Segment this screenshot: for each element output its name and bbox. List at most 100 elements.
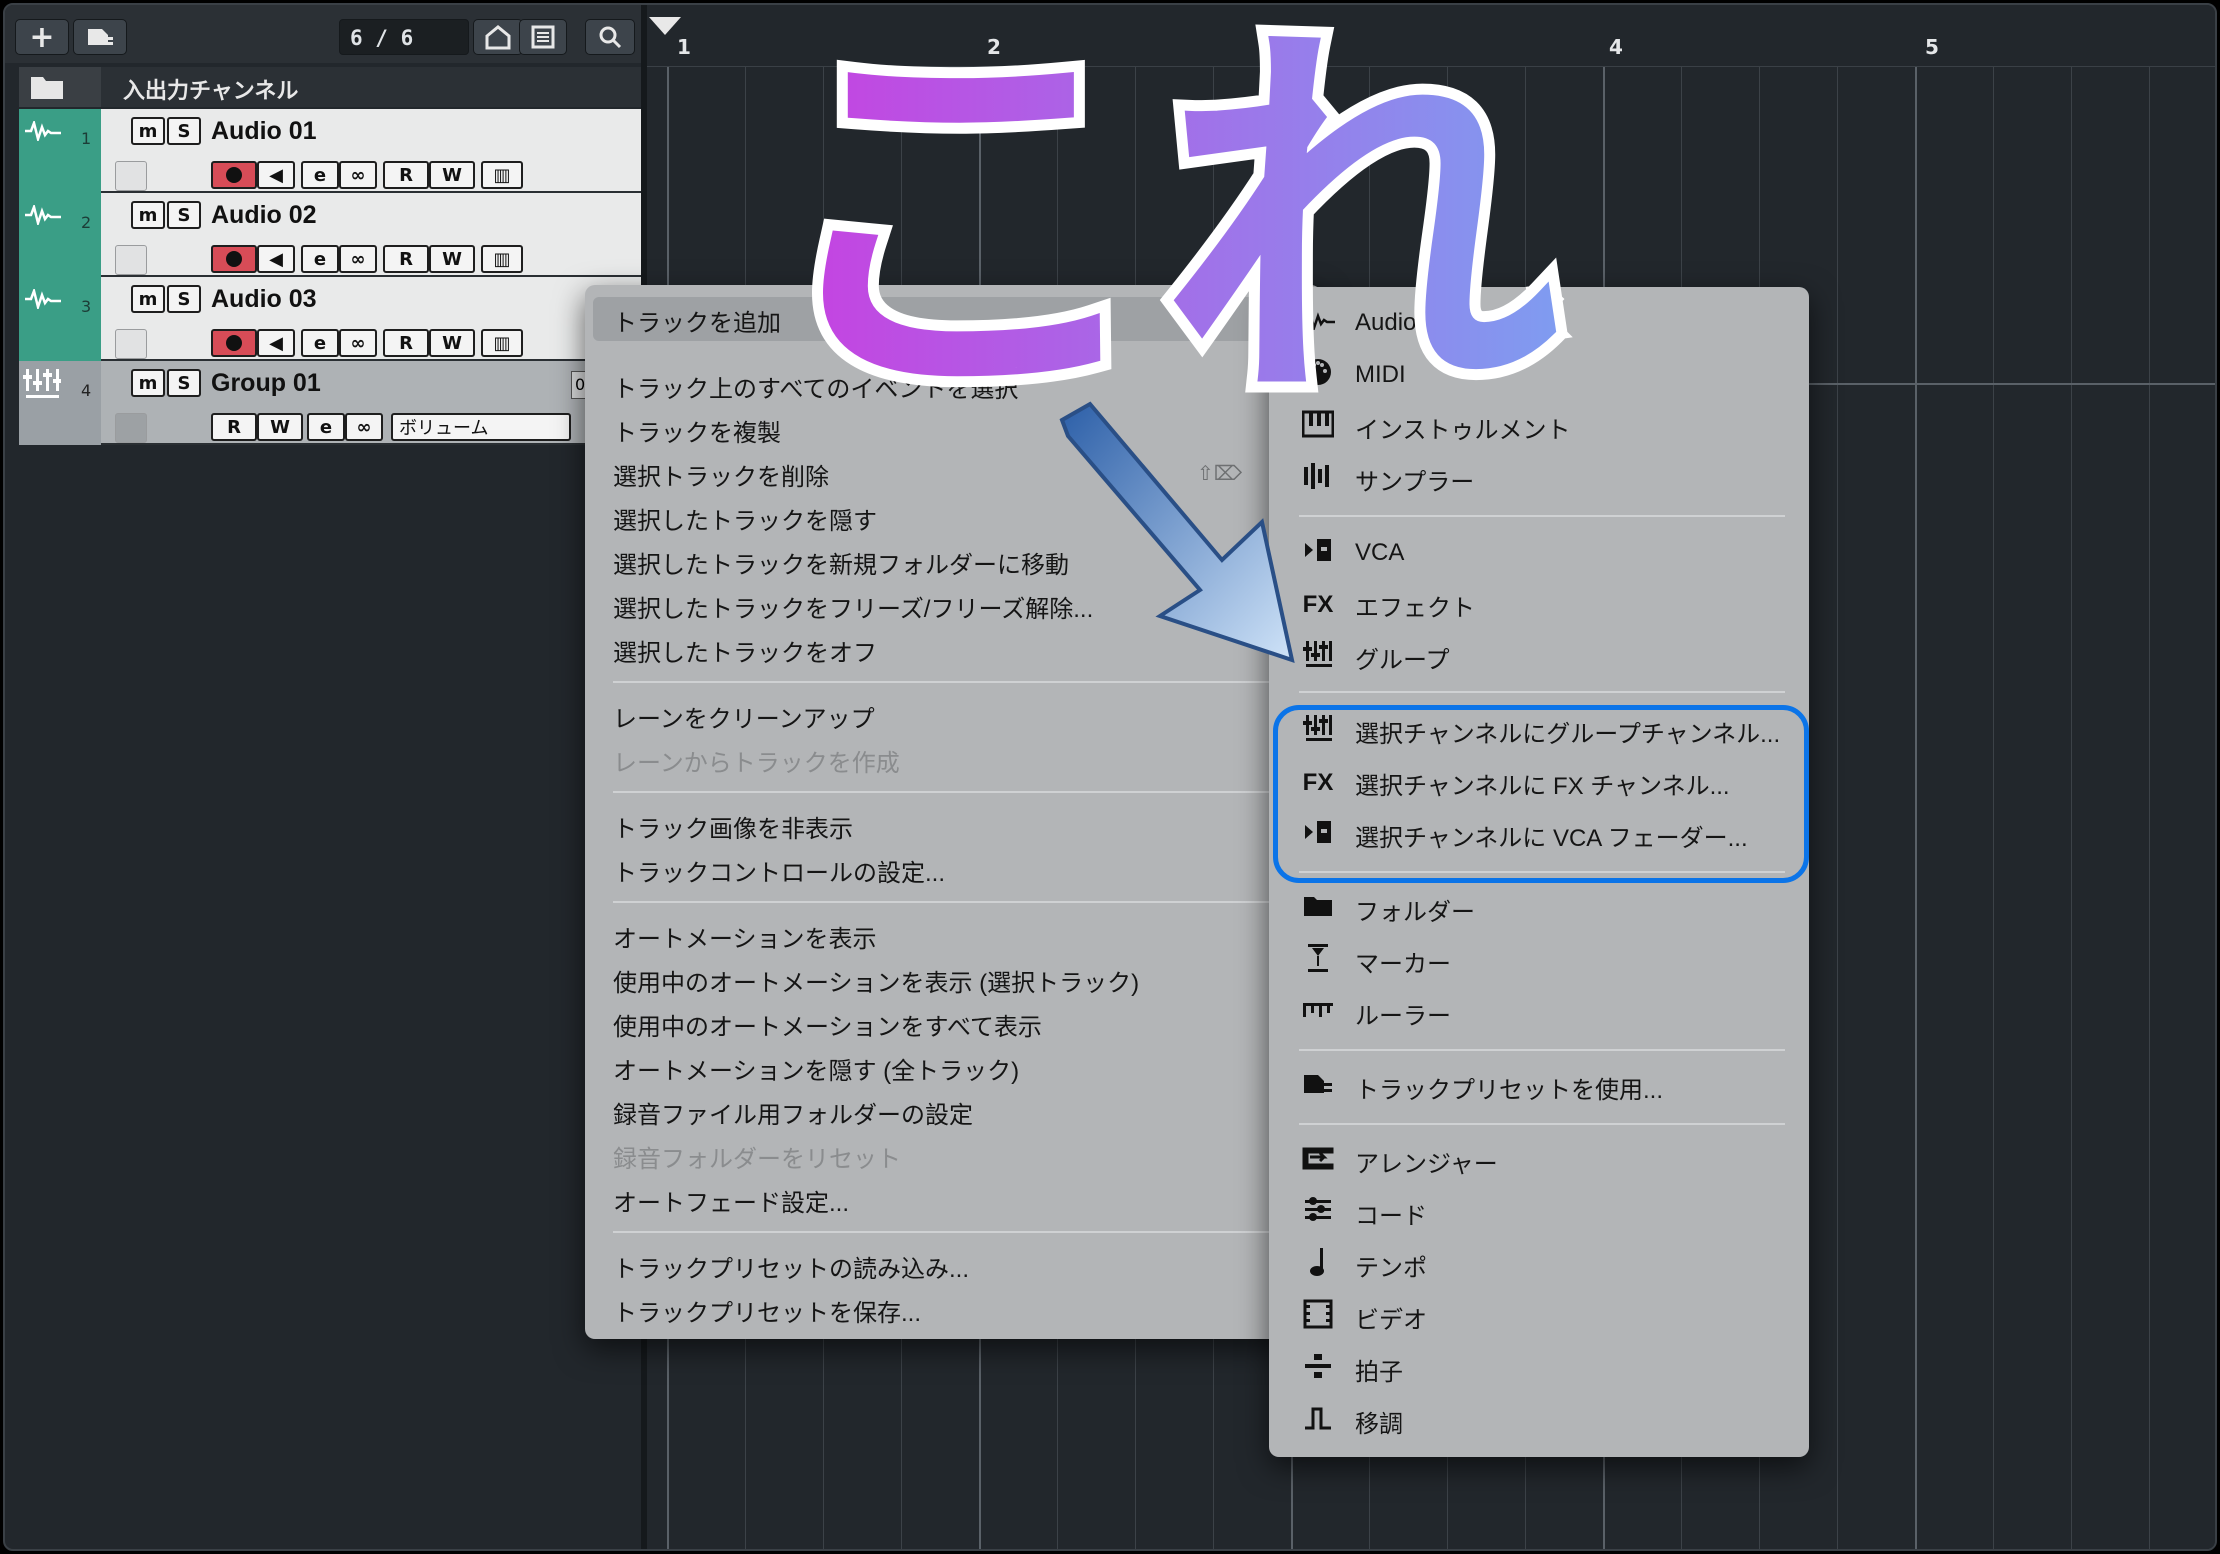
record-enable-button[interactable] bbox=[211, 329, 257, 357]
submenu-item-video[interactable]: ビデオ bbox=[1299, 1297, 1427, 1337]
menu-item[interactable]: 選択したトラックをフリーズ/フリーズ解除... bbox=[613, 589, 1093, 624]
read-automation-button[interactable]: R bbox=[211, 413, 257, 441]
link-button[interactable]: ∞ bbox=[345, 413, 383, 441]
submenu-item-use-track-preset[interactable]: トラックプリセットを使用... bbox=[1299, 1067, 1663, 1107]
edit-button[interactable]: e bbox=[301, 245, 339, 273]
lanes-button[interactable]: ▥ bbox=[481, 245, 523, 273]
submenu-item-group[interactable]: グループ bbox=[1299, 637, 1450, 677]
lanes-button[interactable]: ▥ bbox=[481, 329, 523, 357]
menu-item[interactable]: 使用中のオートメーションをすべて表示 bbox=[613, 1007, 1042, 1042]
edit-button[interactable]: e bbox=[301, 329, 339, 357]
menu-item[interactable]: オートメーションを隠す (全トラック) bbox=[613, 1051, 1019, 1086]
menu-item[interactable]: 選択したトラックを新規フォルダーに移動 bbox=[613, 545, 1069, 580]
submenu-item-midi[interactable]: MIDI bbox=[1299, 355, 1406, 395]
monitor-button[interactable]: ◀ bbox=[257, 245, 295, 273]
write-automation-button[interactable]: W bbox=[429, 161, 475, 189]
track-audio-02[interactable]: 2 m S Audio 02 ◀ e ∞ R W ▥ bbox=[19, 193, 641, 277]
track-select-checkbox[interactable] bbox=[115, 413, 147, 443]
submenu-item-chord[interactable]: コード bbox=[1299, 1193, 1427, 1233]
menu-item[interactable]: 選択トラックを削除 bbox=[613, 457, 829, 492]
menu-item[interactable]: 選択したトラックを隠す bbox=[613, 501, 877, 536]
menu-item[interactable]: 使用中のオートメーションを表示 (選択トラック) bbox=[613, 963, 1139, 998]
write-automation-button[interactable]: W bbox=[429, 245, 475, 273]
sampler-icon bbox=[1299, 461, 1337, 498]
menu-item[interactable]: トラックコントロールの設定... bbox=[613, 853, 945, 888]
menu-separator bbox=[613, 1231, 1293, 1233]
write-automation-button[interactable]: W bbox=[257, 413, 303, 441]
menu-item[interactable]: トラックプリセットの読み込み... bbox=[613, 1249, 969, 1284]
playhead-marker[interactable] bbox=[647, 15, 683, 37]
submenu-item-transpose[interactable]: 移調 bbox=[1299, 1401, 1403, 1441]
link-button[interactable]: ∞ bbox=[339, 329, 377, 357]
menu-item[interactable]: トラックを複製 bbox=[613, 413, 781, 448]
submenu-item-signature[interactable]: 拍子 bbox=[1299, 1349, 1403, 1389]
mute-button[interactable]: m bbox=[131, 285, 165, 313]
lanes-button[interactable]: ▥ bbox=[481, 161, 523, 189]
track-select-checkbox[interactable] bbox=[115, 161, 147, 191]
track-audio-01[interactable]: 1 m S Audio 01 ◀ e ∞ R W ▥ bbox=[19, 109, 641, 193]
submenu-item-ruler[interactable]: ルーラー bbox=[1299, 993, 1451, 1033]
mute-button[interactable]: m bbox=[131, 369, 165, 397]
mute-button[interactable]: m bbox=[131, 201, 165, 229]
submenu-item-sampler[interactable]: サンプラー bbox=[1299, 459, 1474, 499]
read-automation-button[interactable]: R bbox=[383, 245, 429, 273]
menu-item[interactable]: 録音ファイル用フォルダーの設定 bbox=[613, 1095, 973, 1130]
track-name[interactable]: Group 01 bbox=[211, 369, 321, 398]
track-count-display: 6 / 6 bbox=[339, 19, 469, 55]
track-select-checkbox[interactable] bbox=[115, 245, 147, 275]
track-name[interactable]: Audio 01 bbox=[211, 117, 317, 146]
track-number: 3 bbox=[81, 297, 92, 316]
read-automation-button[interactable]: R bbox=[383, 329, 429, 357]
submenu-item-audio[interactable]: Audio bbox=[1299, 303, 1416, 343]
waveform-icon bbox=[25, 121, 61, 141]
link-button[interactable]: ∞ bbox=[339, 245, 377, 273]
read-automation-button[interactable]: R bbox=[383, 161, 429, 189]
write-automation-button[interactable]: W bbox=[429, 329, 475, 357]
link-button[interactable]: ∞ bbox=[339, 161, 377, 189]
timeline-ruler[interactable]: 1 2 3 4 5 bbox=[647, 5, 2215, 67]
solo-button[interactable]: S bbox=[167, 117, 201, 145]
edit-icon: e bbox=[313, 164, 327, 186]
submenu-label: ルーラー bbox=[1355, 1002, 1451, 1030]
home-button[interactable] bbox=[473, 19, 523, 55]
monitor-button[interactable]: ◀ bbox=[257, 161, 295, 189]
track-name[interactable]: Audio 03 bbox=[211, 285, 317, 314]
solo-button[interactable]: S bbox=[167, 285, 201, 313]
submenu-item-fx[interactable]: FX エフェクト bbox=[1299, 585, 1475, 625]
menu-item[interactable]: オートメーションを表示 bbox=[613, 919, 877, 954]
menu-item[interactable]: トラック上のすべてのイベントを選択 bbox=[613, 369, 1018, 404]
monitor-button[interactable]: ◀ bbox=[257, 329, 295, 357]
menu-item[interactable]: レーンをクリーンアップ bbox=[613, 699, 875, 734]
menu-item[interactable]: オートフェード設定... bbox=[613, 1183, 849, 1218]
menu-item-add-track[interactable]: トラックを追加 bbox=[613, 303, 781, 338]
waveform-icon bbox=[1299, 307, 1337, 337]
search-button[interactable] bbox=[585, 19, 635, 55]
automation-parameter-select[interactable]: ボリューム bbox=[391, 413, 571, 441]
list-button[interactable] bbox=[519, 19, 567, 55]
menu-item[interactable]: トラック画像を非表示 bbox=[613, 809, 853, 844]
edit-button[interactable]: e bbox=[307, 413, 345, 441]
folder-track[interactable]: 入出力チャンネル bbox=[19, 67, 641, 107]
submenu-item-arranger[interactable]: アレンジャー bbox=[1299, 1141, 1498, 1181]
group-icon bbox=[23, 369, 61, 398]
menu-item[interactable]: 選択したトラックをオフ bbox=[613, 633, 877, 668]
track-audio-03[interactable]: 3 m S Audio 03 ◀ e ∞ R W ▥ bbox=[19, 277, 641, 361]
track-body: m S Audio 03 ◀ e ∞ R W ▥ bbox=[101, 277, 641, 361]
edit-button[interactable]: e bbox=[301, 161, 339, 189]
track-name[interactable]: Audio 02 bbox=[211, 201, 317, 230]
submenu-item-tempo[interactable]: テンポ bbox=[1299, 1245, 1427, 1285]
solo-button[interactable]: S bbox=[167, 369, 201, 397]
mute-button[interactable]: m bbox=[131, 117, 165, 145]
record-enable-button[interactable] bbox=[211, 161, 257, 189]
submenu-item-instrument[interactable]: インストゥルメント bbox=[1299, 407, 1571, 447]
submenu-item-vca[interactable]: VCA bbox=[1299, 533, 1404, 573]
record-enable-button[interactable] bbox=[211, 245, 257, 273]
submenu-item-marker[interactable]: マーカー bbox=[1299, 941, 1451, 981]
track-select-checkbox[interactable] bbox=[115, 329, 147, 359]
solo-button[interactable]: S bbox=[167, 201, 201, 229]
track-preset-button[interactable] bbox=[73, 19, 127, 55]
menu-item[interactable]: トラックプリセットを保存... bbox=[613, 1293, 921, 1328]
add-track-button[interactable]: + bbox=[15, 19, 69, 55]
track-group-01[interactable]: 4 m S Group 01 0.0 R W e ∞ ボリューム bbox=[19, 361, 641, 445]
submenu-item-folder[interactable]: フォルダー bbox=[1299, 889, 1475, 929]
